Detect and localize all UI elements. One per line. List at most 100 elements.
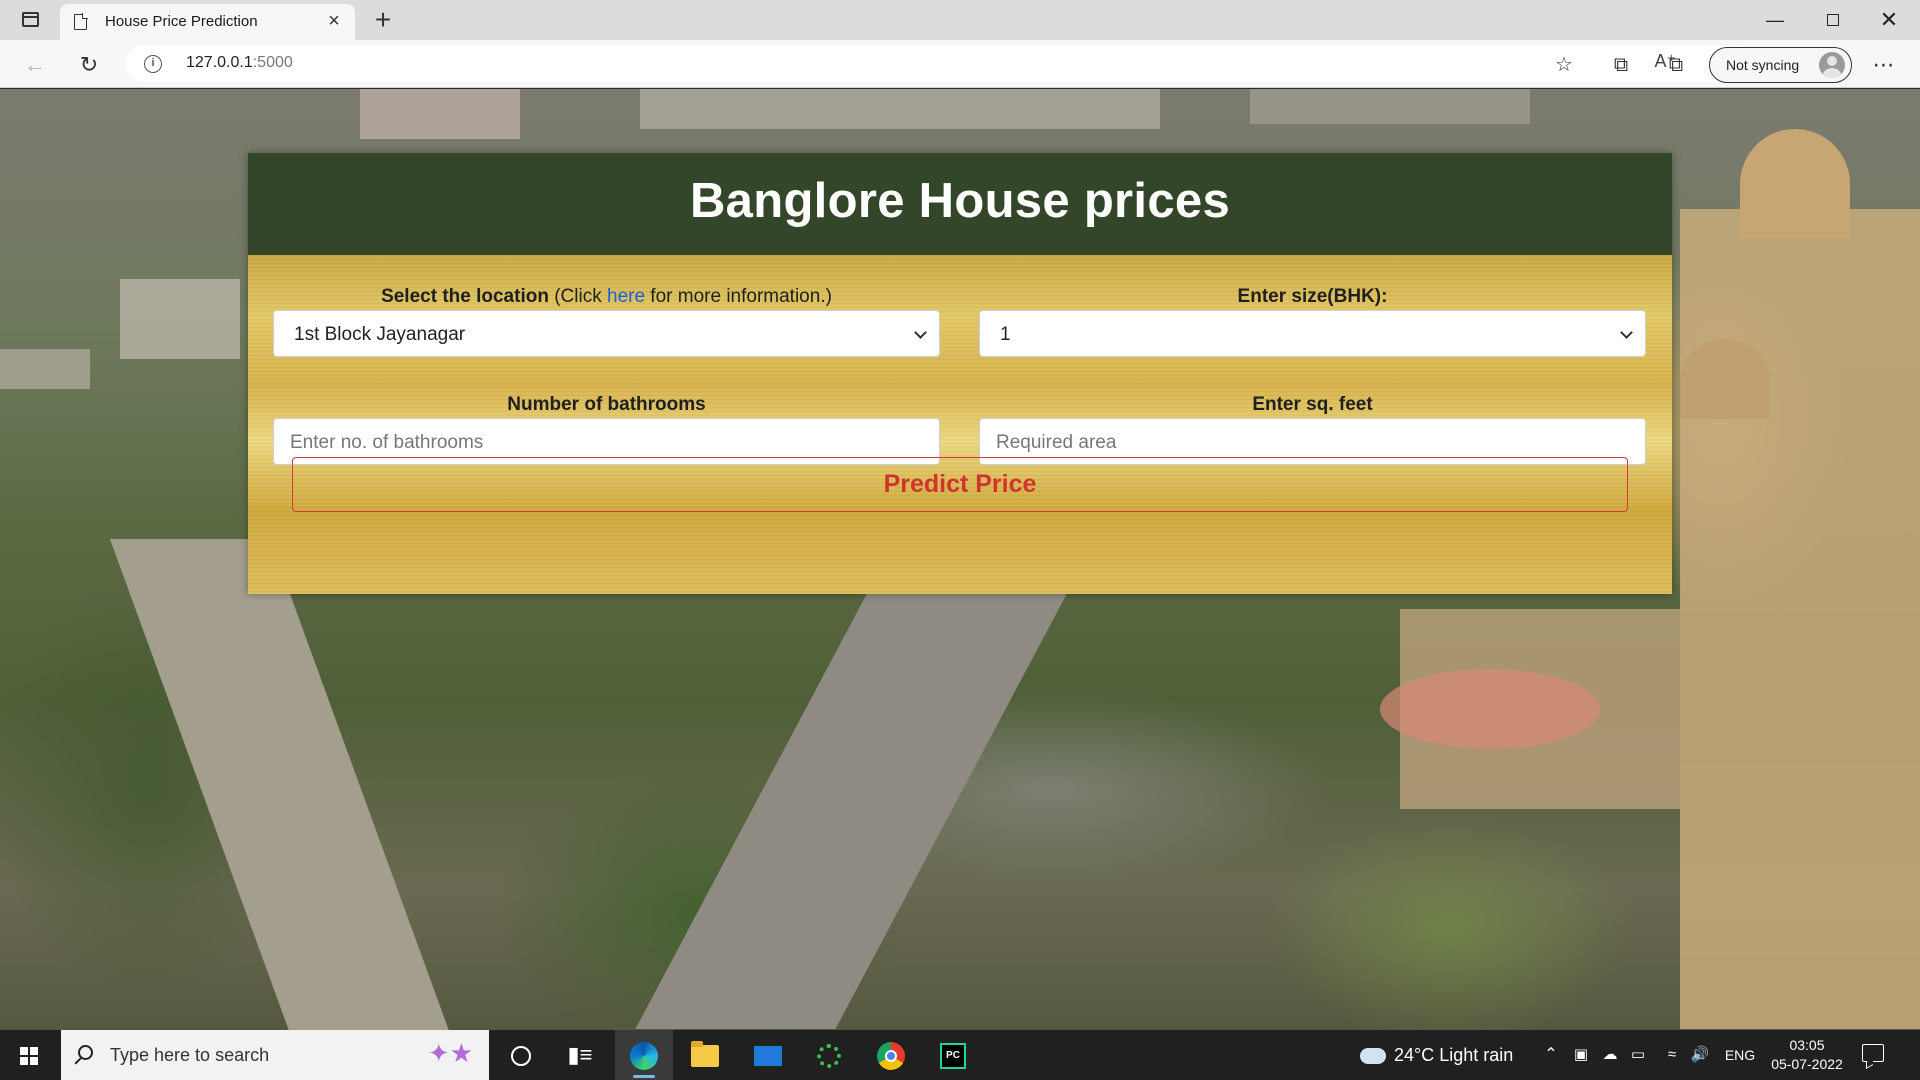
bhk-select[interactable]: 1 bbox=[979, 310, 1646, 357]
wifi-icon[interactable]: ≈ bbox=[1660, 1030, 1684, 1080]
page-viewport: Banglore House prices Select the locatio… bbox=[0, 89, 1920, 1030]
search-highlight-icon: ✦★ bbox=[427, 1038, 473, 1068]
chrome-icon bbox=[877, 1042, 905, 1071]
url-host: 127.0.0.1 bbox=[186, 54, 253, 71]
search-icon bbox=[78, 1045, 93, 1060]
reload-button[interactable]: ↻ bbox=[72, 48, 106, 82]
profile-icon bbox=[1819, 52, 1845, 78]
bathrooms-label: Number of bathrooms bbox=[507, 394, 706, 415]
task-view-icon: ▮≡ bbox=[567, 1042, 593, 1067]
bhk-selected-value: 1 bbox=[1000, 324, 1011, 345]
rain-cloud-icon bbox=[1360, 1048, 1386, 1065]
bathrooms-placeholder: Enter no. of bathrooms bbox=[290, 432, 484, 453]
windows-icon bbox=[20, 1047, 38, 1065]
background-building bbox=[640, 89, 1160, 129]
location-selected-value: 1st Block Jayanagar bbox=[294, 324, 466, 345]
share-icon[interactable]: ⧉ bbox=[1660, 50, 1692, 80]
road bbox=[635, 569, 1080, 1029]
show-hidden-icons-button[interactable]: ⌃ bbox=[1540, 1030, 1562, 1080]
background-building bbox=[1250, 89, 1530, 124]
notification-icon[interactable] bbox=[1862, 1044, 1884, 1062]
mail-icon bbox=[754, 1046, 782, 1067]
back-icon: ← bbox=[24, 52, 46, 77]
predict-price-button[interactable]: Predict Price bbox=[292, 457, 1628, 512]
predict-price-label: Predict Price bbox=[883, 470, 1037, 498]
chevron-down-icon bbox=[914, 326, 927, 339]
sync-label: Not syncing bbox=[1726, 57, 1800, 73]
cortana-button[interactable] bbox=[492, 1030, 550, 1080]
taskbar-search[interactable]: Type here to search ✦★ bbox=[61, 1030, 489, 1080]
profile-sync-button[interactable]: Not syncing bbox=[1709, 47, 1852, 83]
collections-icon[interactable]: ⧉ bbox=[1605, 50, 1637, 80]
card-header: Banglore House prices bbox=[248, 153, 1672, 255]
restore-icon bbox=[1827, 14, 1839, 26]
reload-icon: ↻ bbox=[79, 52, 99, 77]
back-button[interactable]: ← bbox=[18, 48, 52, 82]
sqft-label: Enter sq. feet bbox=[1252, 394, 1373, 415]
app-green-icon bbox=[817, 1044, 841, 1069]
more-info-link[interactable]: here bbox=[607, 286, 645, 307]
favorites-icon[interactable]: ☆ bbox=[1548, 50, 1580, 80]
location-hint-suffix: for more information.) bbox=[645, 286, 832, 307]
search-placeholder: Type here to search bbox=[110, 1045, 270, 1065]
app-green-button[interactable] bbox=[800, 1030, 858, 1080]
weather-text: 24°C Light rain bbox=[1394, 1045, 1514, 1065]
location-select[interactable]: 1st Block Jayanagar bbox=[273, 310, 940, 357]
cortana-icon bbox=[511, 1046, 531, 1067]
edge-icon bbox=[630, 1042, 658, 1071]
volume-icon[interactable]: 🔊 bbox=[1688, 1030, 1712, 1080]
url-port: :5000 bbox=[252, 54, 293, 71]
pycharm-button[interactable]: PC bbox=[924, 1030, 982, 1080]
dome bbox=[1740, 129, 1850, 239]
road bbox=[110, 539, 452, 1030]
browser-tab-bar: House Price Prediction × + — ✕ bbox=[0, 0, 1920, 40]
file-explorer-icon bbox=[691, 1041, 719, 1068]
chrome-button[interactable] bbox=[862, 1030, 920, 1080]
windows-taskbar: Type here to search ✦★ ▮≡ PC 24°C Light … bbox=[0, 1030, 1920, 1080]
meet-now-icon[interactable]: ▣ bbox=[1570, 1030, 1592, 1080]
page-icon bbox=[74, 13, 88, 30]
tab-close-button[interactable]: × bbox=[323, 10, 345, 32]
background-building bbox=[360, 89, 520, 139]
clock[interactable]: 03:05 05-07-2022 bbox=[1764, 1036, 1850, 1074]
task-view-button[interactable]: ▮≡ bbox=[551, 1030, 609, 1080]
clock-date: 05-07-2022 bbox=[1771, 1056, 1843, 1072]
tab-title: House Price Prediction bbox=[105, 13, 258, 30]
onedrive-icon[interactable]: ☁ bbox=[1598, 1030, 1622, 1080]
vidhana-soudha-building bbox=[1680, 209, 1920, 1029]
background-building bbox=[0, 349, 90, 389]
sidebar-toggle-button[interactable] bbox=[14, 8, 46, 32]
browser-tab[interactable]: House Price Prediction × bbox=[60, 4, 355, 40]
bhk-label: Enter size(BHK): bbox=[1237, 286, 1388, 307]
location-hint-prefix: (Click bbox=[548, 286, 607, 307]
more-icon[interactable]: ⋯ bbox=[1868, 50, 1900, 80]
pycharm-icon: PC bbox=[940, 1043, 966, 1070]
battery-icon[interactable]: ▭ bbox=[1626, 1030, 1650, 1080]
prediction-card: Banglore House prices Select the locatio… bbox=[248, 153, 1672, 594]
weather-widget[interactable]: 24°C Light rain bbox=[1360, 1030, 1513, 1080]
edge-taskbar-button[interactable] bbox=[615, 1030, 673, 1080]
page-title: Banglore House prices bbox=[689, 174, 1230, 228]
url-text[interactable]: 127.0.0.1:5000 bbox=[186, 54, 293, 72]
address-bar[interactable]: i 127.0.0.1:5000 A⁺ ☆ bbox=[126, 45, 1756, 82]
minimize-button[interactable]: — bbox=[1752, 6, 1798, 34]
prediction-form: Select the location (Click here for more… bbox=[248, 255, 1672, 594]
plaza bbox=[1380, 669, 1600, 749]
new-tab-button[interactable]: + bbox=[368, 3, 398, 37]
dome bbox=[1680, 339, 1770, 419]
location-label-text: Select the location bbox=[381, 286, 549, 307]
chevron-down-icon bbox=[1620, 326, 1633, 339]
clock-time: 03:05 bbox=[1789, 1037, 1825, 1053]
sqft-placeholder: Required area bbox=[996, 432, 1117, 453]
mail-button[interactable] bbox=[739, 1030, 797, 1080]
language-indicator[interactable]: ENG bbox=[1720, 1030, 1760, 1080]
close-window-button[interactable]: ✕ bbox=[1866, 6, 1912, 34]
location-label: Select the location (Click here for more… bbox=[273, 286, 940, 308]
file-explorer-button[interactable] bbox=[676, 1030, 734, 1080]
address-toolbar: ← ↻ i 127.0.0.1:5000 A⁺ ☆ ☆ ⧉ ⧉ Not sync… bbox=[0, 40, 1920, 88]
start-button[interactable] bbox=[0, 1030, 58, 1080]
sidebar-icon bbox=[22, 12, 39, 27]
info-icon[interactable]: i bbox=[144, 55, 162, 73]
restore-button[interactable] bbox=[1810, 6, 1856, 34]
background-building bbox=[120, 279, 240, 359]
